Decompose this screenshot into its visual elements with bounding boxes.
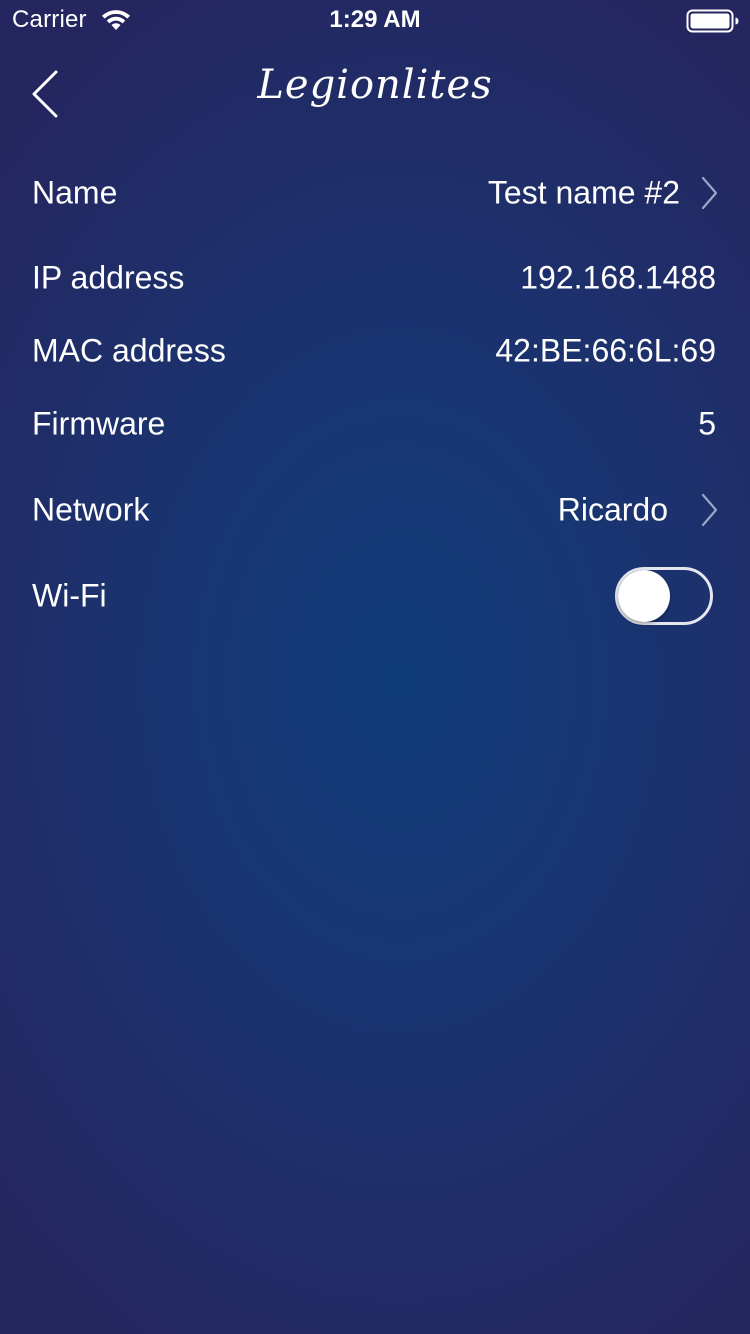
wifi-toggle[interactable] bbox=[615, 567, 713, 625]
network-value: Ricardo bbox=[557, 491, 668, 528]
app-title: Legionlites bbox=[257, 62, 493, 108]
wifi-row: Wi-Fi bbox=[32, 566, 718, 626]
firmware-row: Firmware 5 bbox=[32, 394, 718, 454]
status-time: 1:29 AM bbox=[329, 6, 421, 33]
mac-address-value: 42:BE:66:6L:69 bbox=[495, 332, 716, 369]
ip-address-value: 192.168.1488 bbox=[520, 259, 716, 296]
network-row[interactable]: Network Ricardo bbox=[32, 480, 718, 540]
firmware-value: 5 bbox=[698, 405, 716, 442]
chevron-right-icon bbox=[701, 176, 718, 210]
mac-address-label: MAC address bbox=[32, 332, 226, 369]
name-label: Name bbox=[32, 174, 118, 211]
ip-address-row: IP address 192.168.1488 bbox=[32, 248, 718, 308]
wifi-label: Wi-Fi bbox=[32, 577, 107, 614]
firmware-label: Firmware bbox=[32, 405, 166, 442]
ip-address-label: IP address bbox=[32, 259, 185, 296]
battery-full-icon bbox=[686, 9, 739, 33]
mac-address-row: MAC address 42:BE:66:6L:69 bbox=[32, 321, 718, 381]
name-value: Test name #2 bbox=[487, 174, 680, 211]
status-bar: Carrier 1:29 AM bbox=[0, 0, 750, 40]
toggle-knob bbox=[618, 570, 670, 622]
name-row[interactable]: Name Test name #2 bbox=[32, 163, 718, 223]
network-label: Network bbox=[32, 491, 150, 528]
chevron-right-icon bbox=[701, 493, 718, 527]
